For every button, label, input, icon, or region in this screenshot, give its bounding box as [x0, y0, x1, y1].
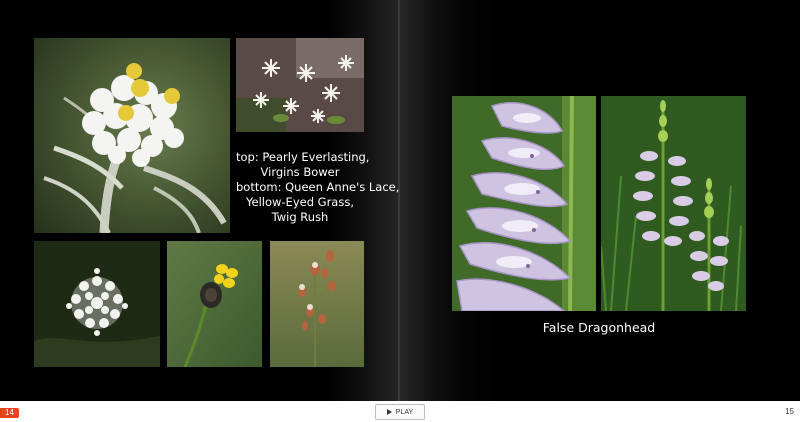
caption-line: bottom: Queen Anne's Lace,	[236, 180, 400, 194]
page-number-left[interactable]: 14	[0, 408, 19, 418]
photo-book-spread: top: Pearly Everlasting, Virgins Bower b…	[0, 0, 800, 401]
photo-queen-annes-lace	[34, 241, 160, 367]
photo-false-dragonhead-spike	[601, 96, 746, 311]
book-spine	[398, 0, 400, 401]
page-number-right[interactable]: 15	[785, 407, 794, 416]
photo-virgins-bower	[236, 38, 364, 132]
play-label: PLAY	[395, 408, 414, 416]
caption-line: top: Pearly Everlasting,	[236, 150, 370, 164]
photo-twig-rush	[270, 241, 364, 367]
caption-line: Virgins Bower	[260, 165, 340, 179]
photo-yellow-eyed-grass	[167, 241, 262, 367]
play-button[interactable]: PLAY	[375, 404, 425, 420]
photo-caption: top: Pearly Everlasting, Virgins Bower b…	[236, 150, 400, 225]
page-title: False Dragonhead	[542, 320, 656, 335]
play-icon	[386, 409, 392, 415]
photo-false-dragonhead-closeup	[452, 96, 596, 311]
caption-line: Twig Rush	[271, 210, 329, 224]
photo-pearly-everlasting	[34, 38, 230, 233]
caption-line: Yellow-Eyed Grass,	[246, 195, 354, 209]
